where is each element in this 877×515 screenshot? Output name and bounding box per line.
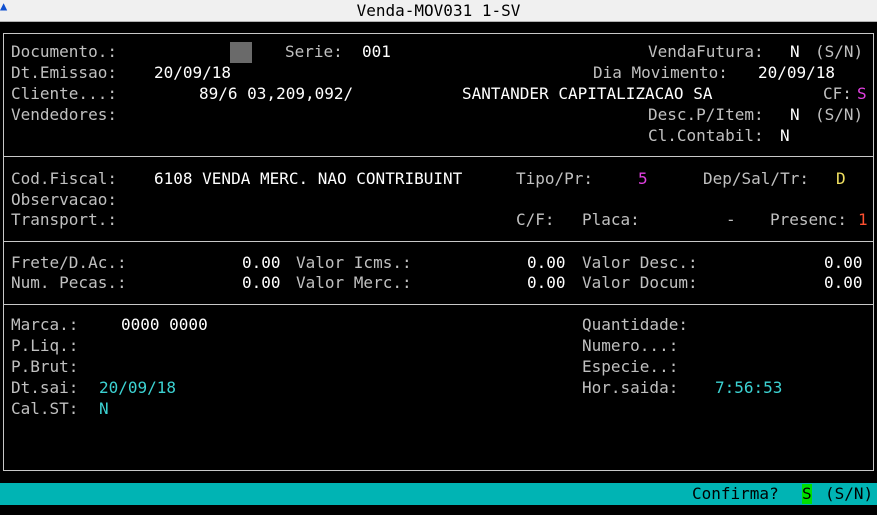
cf-label: CF: [823, 84, 852, 103]
cf-value[interactable]: S [857, 84, 867, 104]
hor-saida-value[interactable]: 7:56:53 [715, 378, 782, 398]
valor-merc-value: 0.00 [527, 273, 566, 292]
valor-icms-value: 0.00 [527, 253, 566, 272]
presenc-label: Presenc: [770, 210, 848, 229]
serie-label: Serie: [285, 42, 343, 61]
valor-docum-label: Valor Docum: [582, 273, 698, 292]
num-pecas-label: Num. Pecas.: [11, 273, 127, 292]
documento-input[interactable] [230, 42, 252, 63]
cod-fiscal-value[interactable]: 6108 VENDA MERC. NAO CONTRIBUINT [154, 169, 462, 189]
serie-value[interactable]: 001 [362, 42, 391, 62]
transport-label: Transport.: [11, 210, 117, 229]
especie-label: Especie..: [582, 357, 679, 376]
window-titlebar: ▲ Venda-MOV031 1-SV [0, 0, 877, 22]
valor-docum-value: 0.00 [824, 273, 863, 292]
desc-item-options: (S/N) [815, 105, 864, 124]
numero-label: Numero...: [582, 336, 679, 355]
dt-emissao-label: Dt.Emissao: [11, 63, 117, 82]
pbrut-label: P.Brut: [11, 357, 79, 376]
valor-desc-label: Valor Desc.: [582, 253, 698, 272]
cliente-label: Cliente...: [11, 84, 117, 103]
vendedores-label: Vendedores: [11, 105, 117, 124]
cl-contabil-label: Cl.Contabil: [648, 126, 764, 145]
section-divider [3, 156, 874, 157]
confirm-options: (S/N) [825, 484, 874, 503]
valor-merc-label: Valor Merc.: [296, 273, 412, 292]
status-bar: Confirma? S (S/N) [0, 483, 877, 505]
section-divider [3, 304, 874, 305]
cf-transport-label: C/F: [516, 210, 555, 229]
venda-futura-value[interactable]: N [790, 42, 800, 62]
form-frame [3, 33, 874, 471]
dtsai-label: Dt.sai: [11, 378, 79, 397]
documento-label: Documento.: [11, 42, 117, 61]
dia-movimento-value[interactable]: 20/09/18 [758, 63, 835, 83]
confirm-input[interactable]: S [802, 484, 812, 504]
cliente-code[interactable]: 89/6 03,209,092/ [199, 84, 353, 104]
quantidade-label: Quantidade: [582, 315, 688, 334]
cod-fiscal-label: Cod.Fiscal: [11, 169, 117, 188]
pliq-label: P.Liq.: [11, 336, 79, 355]
cl-contabil-value[interactable]: N [780, 126, 790, 146]
tipo-value[interactable]: 5 [638, 169, 648, 189]
marca-label: Marca.: [11, 315, 79, 334]
num-pecas-value[interactable]: 0.00 [242, 273, 281, 293]
desc-item-label: Desc.P/Item: [648, 105, 764, 124]
confirm-prompt: Confirma? [692, 484, 779, 503]
marca-value[interactable]: 0000 0000 [121, 315, 208, 335]
placa-value[interactable]: - [726, 210, 736, 230]
presenc-value[interactable]: 1 [858, 210, 868, 230]
section-divider [3, 241, 874, 242]
desc-item-value[interactable]: N [790, 105, 800, 125]
tipo-label: Tipo/Pr: [516, 169, 594, 188]
observacao-label: Observacao: [11, 190, 117, 209]
dep-value[interactable]: D [836, 169, 846, 189]
cal-st-label: Cal.ST: [11, 399, 79, 418]
dep-label: Dep/Sal/Tr: [703, 169, 809, 188]
placa-label: Placa: [582, 210, 640, 229]
dt-emissao-value[interactable]: 20/09/18 [154, 63, 231, 83]
frete-label: Frete/D.Ac.: [11, 253, 127, 272]
valor-icms-label: Valor Icms.: [296, 253, 412, 272]
valor-desc-value[interactable]: 0.00 [824, 253, 863, 273]
venda-futura-label: VendaFutura: [648, 42, 764, 61]
cal-st-value[interactable]: N [99, 399, 109, 419]
window-title: Venda-MOV031 1-SV [356, 1, 521, 20]
frete-value[interactable]: 0.00 [242, 253, 281, 273]
dtsai-value[interactable]: 20/09/18 [99, 378, 176, 398]
dia-movimento-label: Dia Movimento: [593, 63, 728, 82]
cliente-name: SANTANDER CAPITALIZACAO SA [462, 84, 713, 103]
hor-saida-label: Hor.saida: [582, 378, 679, 397]
venda-futura-options: (S/N) [815, 42, 864, 61]
